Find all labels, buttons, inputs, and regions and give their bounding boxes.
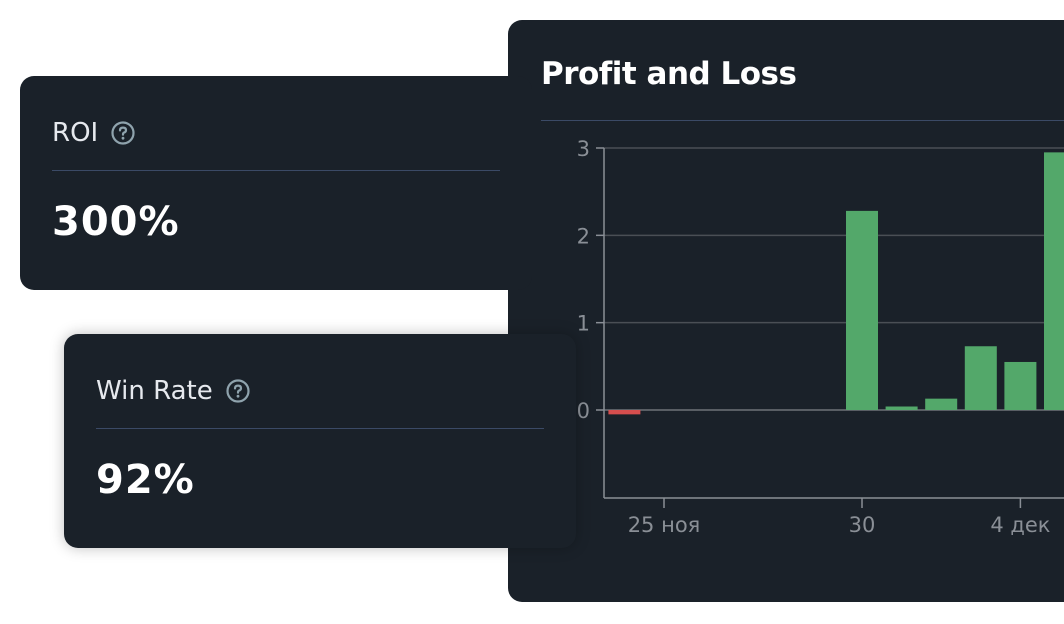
question-circle-icon[interactable]: [225, 378, 251, 404]
y-tick-label: 3: [577, 137, 590, 161]
bar: [964, 346, 997, 410]
y-tick-label: 1: [577, 312, 590, 336]
bar: [1044, 152, 1064, 410]
profit-loss-chart: 0 1 2 3 25 ноя 30 4 дек: [577, 137, 1064, 537]
x-tick-label: 25 ноя: [628, 513, 701, 537]
roi-label-row: ROI: [52, 116, 136, 150]
x-tick-label: 4 дек: [990, 513, 1050, 537]
question-circle-icon[interactable]: [110, 120, 136, 146]
dashboard-stage: Profit and Loss 0 1 2 3 25 ноя 30 4 дек ROI 30…: [0, 0, 1064, 624]
bar: [1004, 361, 1037, 410]
y-tick-label: 0: [577, 399, 590, 423]
bar: [846, 210, 878, 410]
profit-loss-card: Profit and Loss 0 1 2 3 25 ноя 30 4 дек: [508, 20, 1064, 602]
bar: [608, 410, 641, 415]
roi-label: ROI: [52, 118, 99, 148]
bar: [925, 398, 958, 410]
x-tick-label: 30: [849, 513, 876, 537]
win-rate-card: Win Rate 92%: [64, 334, 576, 548]
roi-card: ROI 300%: [20, 76, 532, 290]
roi-value: 300%: [52, 199, 180, 245]
y-tick-label: 2: [577, 224, 590, 248]
roi-divider: [52, 170, 500, 171]
win-rate-label: Win Rate: [96, 376, 213, 406]
bar: [885, 406, 918, 410]
win-rate-label-row: Win Rate: [96, 374, 251, 408]
win-rate-value: 92%: [96, 457, 195, 503]
win-rate-divider: [96, 428, 544, 429]
